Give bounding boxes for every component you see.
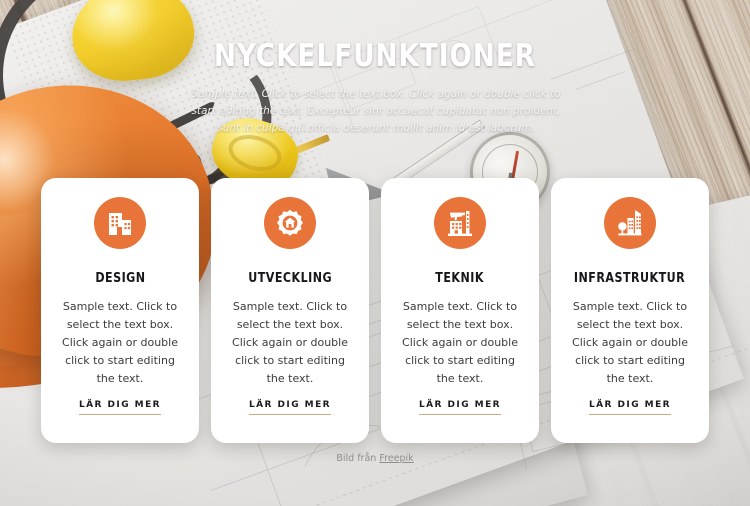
- learn-more-link[interactable]: LÄR DIG MER: [248, 400, 332, 415]
- gear-house-icon: [264, 197, 316, 249]
- hero-section: NYCKELFUNKTIONER Sample text. Click to s…: [0, 0, 750, 506]
- card-title: DESIGN: [94, 271, 146, 286]
- learn-more-link[interactable]: LÄR DIG MER: [418, 400, 502, 415]
- card-title: UTVECKLING: [248, 271, 332, 286]
- construction-crane-icon: [434, 197, 486, 249]
- card-description: Sample text. Click to select the text bo…: [62, 300, 178, 385]
- feature-card-infrastruktur[interactable]: INFRASTRUKTUR Sample text. Click to sele…: [551, 178, 709, 443]
- hero-content: NYCKELFUNKTIONER Sample text. Click to s…: [0, 0, 750, 506]
- page-title: NYCKELFUNKTIONER: [213, 38, 537, 74]
- freepik-link[interactable]: Freepik: [379, 453, 413, 464]
- office-buildings-icon: [94, 197, 146, 249]
- card-description: Sample text. Click to select the text bo…: [572, 300, 688, 385]
- learn-more-link[interactable]: LÄR DIG MER: [588, 400, 672, 415]
- city-skyline-icon: [604, 197, 656, 249]
- feature-card-design[interactable]: DESIGN Sample text. Click to select the …: [41, 178, 199, 443]
- learn-more-link[interactable]: LÄR DIG MER: [78, 400, 162, 415]
- feature-card-utveckling[interactable]: UTVECKLING Sample text. Click to select …: [211, 178, 369, 443]
- image-credit: Bild från Freepik: [0, 453, 750, 464]
- hero-subtitle: Sample text. Click to select the text bo…: [191, 88, 561, 134]
- card-description: Sample text. Click to select the text bo…: [402, 300, 518, 385]
- image-credit-prefix: Bild från: [336, 453, 380, 464]
- card-title: TEKNIK: [435, 271, 485, 286]
- card-description: Sample text. Click to select the text bo…: [232, 300, 348, 385]
- feature-card-list: DESIGN Sample text. Click to select the …: [41, 178, 709, 443]
- feature-card-teknik[interactable]: TEKNIK Sample text. Click to select the …: [381, 178, 539, 443]
- card-title: INFRASTRUKTUR: [574, 271, 686, 286]
